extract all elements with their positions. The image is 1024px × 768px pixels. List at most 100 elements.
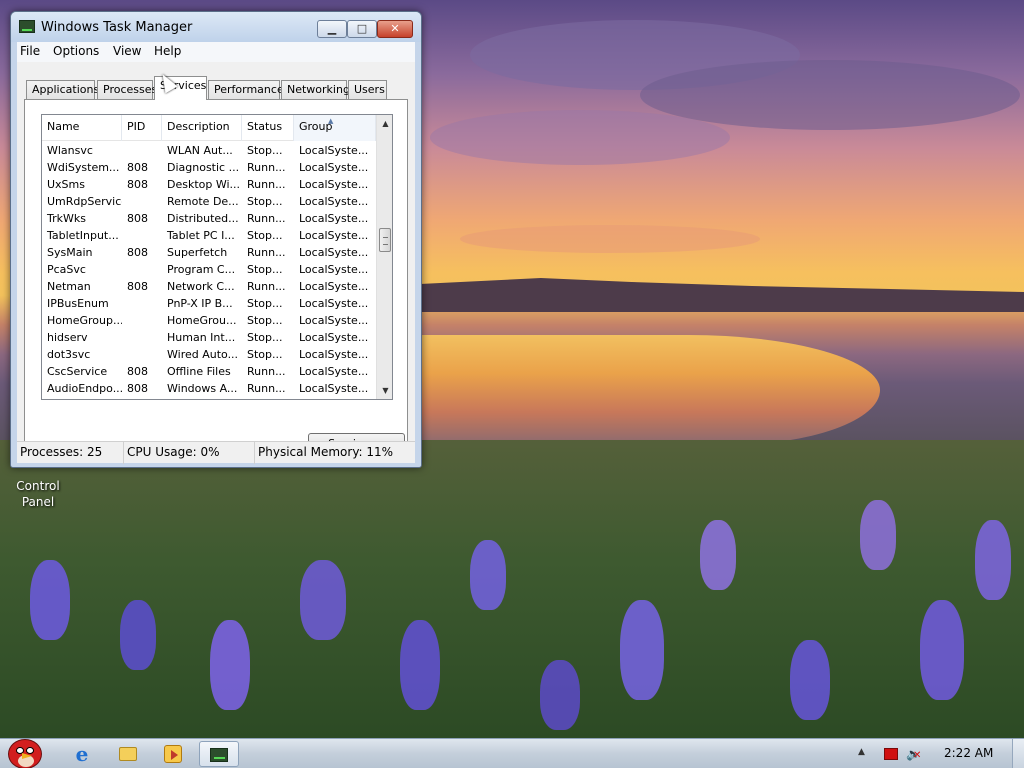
table-row[interactable]: SysMain 808 Superfetch Runn... LocalSyste... (42, 244, 376, 261)
tab-processes[interactable]: Processes (97, 80, 157, 99)
service-status-cell: Stop... (247, 331, 283, 344)
status-physical-memory: Physical Memory: 11% (258, 445, 394, 459)
table-row[interactable]: HomeGroup... HomeGrou... Stop... LocalSyste… (42, 312, 376, 329)
service-name-cell: UmRdpService (47, 195, 122, 208)
desktop-icon-control-panel[interactable]: Control Panel (6, 478, 70, 510)
vertical-scrollbar[interactable]: ▲ ▼ (376, 115, 392, 399)
taskbar-task-manager[interactable] (199, 741, 239, 767)
service-pid-cell: 808 (127, 178, 148, 191)
column-header-description[interactable]: Description (162, 115, 242, 141)
menu-options[interactable]: Options (53, 44, 99, 58)
service-status-cell: Runn... (247, 246, 286, 259)
service-pid-cell (122, 193, 162, 210)
service-name-cell: TrkWks (47, 212, 86, 225)
scrollbar-thumb[interactable] (379, 228, 391, 252)
scroll-up-arrow-icon[interactable]: ▲ (377, 115, 392, 132)
title-bar[interactable]: Windows Task Manager ▁ □ ✕ (11, 12, 421, 42)
tab-users[interactable]: Users (348, 80, 387, 99)
table-row[interactable]: IPBusEnum PnP-X IP B... Stop... LocalSyste.… (42, 295, 376, 312)
close-button[interactable]: ✕ (377, 20, 413, 38)
service-name-cell: dot3svc (47, 348, 91, 361)
mute-icon: ✕ (913, 750, 922, 761)
taskbar-media-player[interactable] (153, 741, 193, 767)
taskbar: e ▲ 🔈 ✕ 2:22 AM (0, 738, 1024, 768)
service-group-cell: LocalSyste... (299, 195, 369, 208)
tab-applications[interactable]: Applications (26, 80, 99, 99)
folder-icon (119, 747, 137, 761)
flower (120, 600, 156, 670)
service-description-cell: Remote De... (167, 195, 239, 208)
column-header-name[interactable]: Name (42, 115, 122, 141)
minimize-button[interactable]: ▁ (317, 20, 347, 38)
tab-performance[interactable]: Performance (208, 80, 284, 99)
service-pid-cell (122, 329, 162, 346)
service-description-cell: Offline Files (167, 365, 231, 378)
table-row[interactable]: UxSms 808 Desktop Wi... Runn... LocalSyste..… (42, 176, 376, 193)
service-description-cell: Distributed... (167, 212, 239, 225)
show-hidden-icons-icon[interactable]: ▲ (858, 747, 865, 757)
service-description-cell: Diagnostic ... (167, 161, 240, 174)
service-status-cell: Runn... (247, 161, 286, 174)
service-status-cell: Runn... (247, 382, 286, 395)
media-player-icon (164, 745, 182, 763)
flower (620, 600, 664, 700)
table-row[interactable]: TabletInput... Tablet PC I... Stop... Local… (42, 227, 376, 244)
flower (30, 560, 70, 640)
flower (790, 640, 830, 720)
table-row[interactable]: UmRdpService Remote De... Stop... LocalSyst… (42, 193, 376, 210)
taskbar-explorer[interactable] (108, 741, 148, 767)
column-header-group[interactable]: Group ▲ (294, 115, 376, 141)
scroll-down-arrow-icon[interactable]: ▼ (377, 382, 392, 399)
menu-bar: File Options View Help (17, 42, 415, 62)
task-manager-icon (210, 748, 228, 762)
service-pid-cell (122, 142, 162, 159)
flower (920, 600, 964, 700)
service-name-cell: hidserv (47, 331, 88, 344)
tab-networking[interactable]: Networking (281, 80, 350, 99)
service-pid-cell: 808 (127, 280, 148, 293)
start-button[interactable] (2, 731, 46, 768)
task-manager-icon (19, 20, 35, 33)
service-pid-cell (122, 312, 162, 329)
service-pid-cell: 808 (127, 161, 148, 174)
service-description-cell: Windows A... (167, 382, 238, 395)
service-group-cell: LocalSyste... (299, 178, 369, 191)
table-row[interactable]: Wlansvc WLAN Aut... Stop... LocalSyste... (42, 142, 376, 159)
flower (700, 520, 736, 590)
services-list[interactable]: Name PID Description Status Group ▲ Wlan… (41, 114, 393, 400)
services-rows: Wlansvc WLAN Aut... Stop... LocalSyste... Wd… (42, 142, 376, 397)
service-pid-cell (122, 261, 162, 278)
hills (420, 278, 1024, 312)
bird-eye (16, 747, 24, 754)
table-row[interactable]: WdiSystem... 808 Diagnostic ... Runn... Loca… (42, 159, 376, 176)
table-row[interactable]: hidserv Human Int... Stop... LocalSyste... (42, 329, 376, 346)
table-row[interactable]: PcaSvc Program C... Stop... LocalSyste... (42, 261, 376, 278)
clock[interactable]: 2:22 AM (944, 746, 993, 760)
menu-view[interactable]: View (113, 44, 141, 58)
table-row[interactable]: AudioEndpo... 808 Windows A... Runn... Local… (42, 380, 376, 397)
service-pid-cell: 808 (127, 246, 148, 259)
sort-ascending-icon: ▲ (328, 117, 334, 125)
maximize-icon: □ (356, 22, 368, 35)
maximize-button[interactable]: □ (347, 20, 377, 38)
service-name-cell: IPBusEnum (47, 297, 109, 310)
column-header-pid[interactable]: PID (122, 115, 162, 141)
desktop-icon-label: Control Panel (16, 479, 60, 509)
table-row[interactable]: CscService 808 Offline Files Runn... LocalSy… (42, 363, 376, 380)
show-desktop-button[interactable] (1012, 739, 1024, 768)
service-pid-cell (122, 295, 162, 312)
table-row[interactable]: Netman 808 Network C... Runn... LocalSyste..… (42, 278, 376, 295)
menu-file[interactable]: File (20, 44, 40, 58)
menu-help[interactable]: Help (154, 44, 181, 58)
column-header-status[interactable]: Status (242, 115, 294, 141)
service-status-cell: Stop... (247, 144, 283, 157)
service-status-cell: Runn... (247, 212, 286, 225)
table-row[interactable]: dot3svc Wired Auto... Stop... LocalSyste... (42, 346, 376, 363)
taskbar-internet-explorer[interactable]: e (62, 741, 102, 767)
status-bar: Processes: 25 CPU Usage: 0% Physical Mem… (17, 441, 415, 464)
table-row[interactable]: TrkWks 808 Distributed... Runn... LocalSyste… (42, 210, 376, 227)
action-center-flag-icon[interactable] (884, 748, 898, 760)
service-group-cell: LocalSyste... (299, 314, 369, 327)
service-status-cell: Stop... (247, 263, 283, 276)
service-status-cell: Runn... (247, 365, 286, 378)
